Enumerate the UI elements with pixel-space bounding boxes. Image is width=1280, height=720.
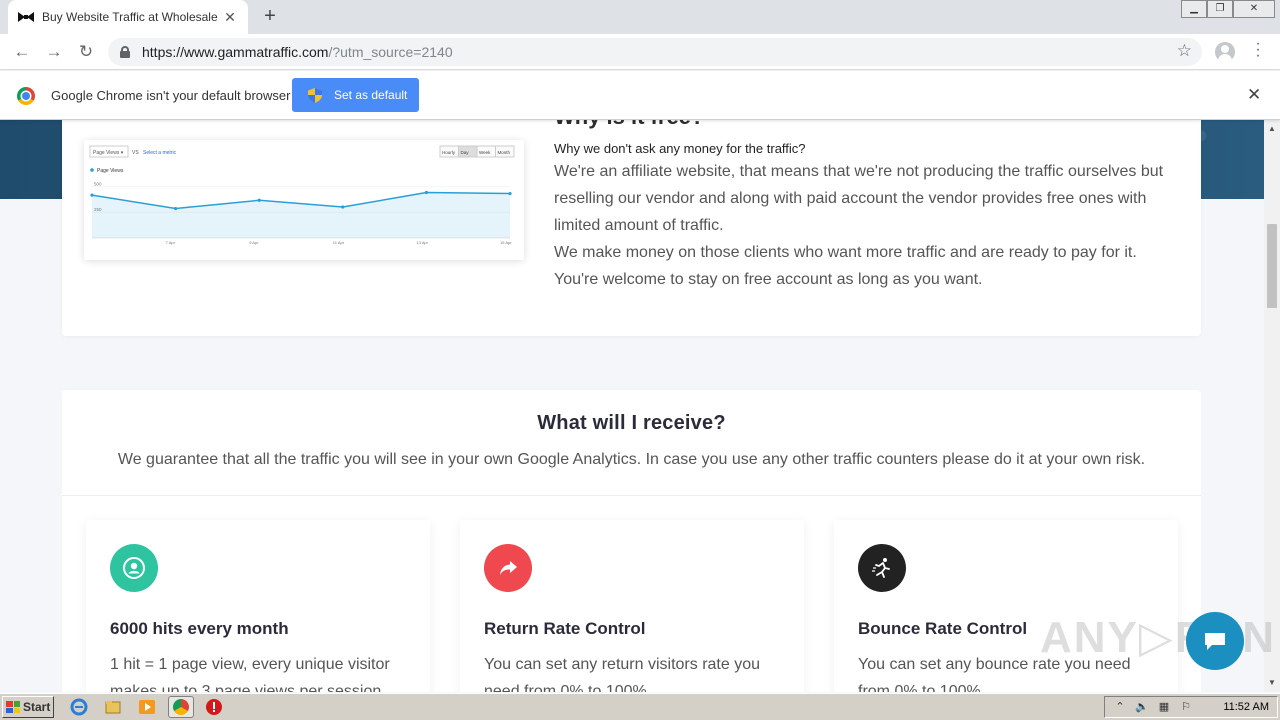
url-path: /?utm_source=2140 <box>328 44 453 60</box>
why-free-title: Why is it free? <box>554 120 704 130</box>
section-divider <box>62 495 1201 496</box>
why-free-paragraph: We make money on those clients who want … <box>554 244 1137 261</box>
why-free-subtitle: Why we don't ask any money for the traff… <box>554 141 806 156</box>
bookmark-star-icon[interactable]: ☆ <box>1177 41 1192 61</box>
feature-card-bounce-rate: Bounce Rate Control You can set any boun… <box>834 520 1178 692</box>
menu-dots-icon[interactable]: · · · <box>1250 36 1266 64</box>
data-point <box>257 198 261 202</box>
page-viewport: Why is it free? Why we don't ask any mon… <box>0 120 1264 692</box>
media-player-icon[interactable] <box>138 698 156 716</box>
analytics-screenshot: Page Views ▾ VS Select a metric Hourly Day We… <box>84 140 524 260</box>
default-browser-infobar: Google Chrome isn't your default browser… <box>0 71 1280 120</box>
why-free-paragraph: You're welcome to stay on free account a… <box>554 271 983 288</box>
x-tick-label: 11 Apr <box>333 240 345 245</box>
period-label: Day <box>461 150 470 155</box>
chat-bubble-icon <box>1205 633 1225 650</box>
runner-icon <box>858 544 906 592</box>
clock: 11:52 AM <box>1223 701 1269 713</box>
data-point <box>90 193 94 197</box>
windows-flag-icon <box>6 701 20 713</box>
browser-tab[interactable]: Buy Website Traffic at Wholesale Ra ✕ <box>8 0 248 34</box>
period-label: Week <box>479 150 491 155</box>
tab-title: Buy Website Traffic at Wholesale Ra <box>42 10 222 24</box>
share-arrow-icon <box>484 544 532 592</box>
data-point <box>341 205 345 209</box>
period-label: Hourly <box>442 150 456 155</box>
volume-icon[interactable]: 🔈 <box>1135 700 1149 714</box>
url-host: https://www.gammatraffic.com <box>142 44 329 60</box>
folder-icon[interactable] <box>104 698 122 716</box>
window-close-button[interactable]: ✕ <box>1233 0 1275 18</box>
feature-description: 1 hit = 1 page view, every unique visito… <box>110 656 390 692</box>
minimize-button[interactable]: ▁ <box>1181 0 1207 18</box>
scroll-down-arrow-icon[interactable]: ▼ <box>1264 676 1280 690</box>
address-bar[interactable]: https://www.gammatraffic.com/?utm_source… <box>108 38 1202 66</box>
system-tray: ⌃ 🔈 ▦ ⚐ 11:52 AM <box>1104 696 1278 718</box>
why-free-paragraph: We're an affiliate website, that means t… <box>554 163 1164 234</box>
why-free-body: We're an affiliate website, that means t… <box>554 158 1184 293</box>
forward-arrow-icon[interactable]: → <box>42 40 66 64</box>
chat-button[interactable] <box>1186 612 1244 670</box>
what-receive-card: What will I receive? We guarantee that a… <box>62 390 1201 692</box>
select-metric-link: Select a metric <box>143 150 177 156</box>
legend-label: Page Views <box>97 168 124 174</box>
start-label: Start <box>23 700 51 714</box>
lock-icon[interactable] <box>120 46 130 58</box>
y-tick-label: 500 <box>94 181 102 186</box>
user-icon <box>110 544 158 592</box>
tab-close-icon[interactable]: ✕ <box>222 9 238 26</box>
x-tick-label: 15 Apr <box>500 240 512 245</box>
data-point <box>508 191 512 196</box>
data-point <box>424 190 428 195</box>
feature-title: Return Rate Control <box>484 619 646 638</box>
infobar-close-icon[interactable]: ✕ <box>1247 85 1261 105</box>
ie-icon[interactable] <box>70 698 88 716</box>
network-icon[interactable]: ▦ <box>1157 700 1171 714</box>
vertical-scrollbar[interactable]: ▲ ▼ <box>1264 120 1280 692</box>
metric-dropdown-label: Page Views ▾ <box>93 150 124 156</box>
feature-card-hits: 6000 hits every month 1 hit = 1 page vie… <box>86 520 430 692</box>
site-favicon <box>18 12 34 22</box>
x-tick-label: 13 Apr <box>416 240 428 245</box>
feature-card-return-rate: Return Rate Control You can set any retu… <box>460 520 804 692</box>
receive-title: What will I receive? <box>537 412 726 434</box>
series-area <box>92 192 510 238</box>
chrome-logo-icon <box>17 87 35 105</box>
windows-taskbar: Start ⌃ 🔈 ▦ ⚐ 11:52 AM <box>0 693 1280 720</box>
chrome-taskbar-button[interactable] <box>168 696 194 718</box>
feature-title: 6000 hits every month <box>110 619 289 638</box>
data-point <box>174 206 178 211</box>
why-free-card: Why is it free? Why we don't ask any mon… <box>62 120 1201 336</box>
new-tab-button[interactable]: + <box>258 5 282 29</box>
profile-avatar-icon[interactable] <box>1215 42 1235 62</box>
tab-strip: Buy Website Traffic at Wholesale Ra ✕ + … <box>0 0 1280 34</box>
receive-description: We guarantee that all the traffic you wi… <box>117 451 1146 468</box>
set-as-default-label: Set as default <box>334 88 408 102</box>
stop-icon[interactable] <box>205 698 223 716</box>
x-tick-label: 7 Apr <box>166 240 176 245</box>
chrome-icon <box>173 699 189 715</box>
tray-expand-icon[interactable]: ⌃ <box>1113 700 1127 714</box>
shield-icon <box>308 87 322 103</box>
browser-toolbar: ← → ↻ https://www.gammatraffic.com/?utm_… <box>0 34 1280 70</box>
reload-icon[interactable]: ↻ <box>74 40 98 64</box>
scroll-up-arrow-icon[interactable]: ▲ <box>1264 122 1280 136</box>
x-tick-label: 9 Apr <box>249 240 259 245</box>
restore-button[interactable]: ❐ <box>1207 0 1233 18</box>
feature-title: Bounce Rate Control <box>858 619 1028 638</box>
scrollbar-thumb[interactable] <box>1267 224 1277 308</box>
period-label: Month <box>498 150 511 155</box>
legend-dot <box>90 168 94 172</box>
flag-icon[interactable]: ⚐ <box>1179 700 1193 714</box>
set-as-default-button[interactable]: Set as default <box>292 78 419 112</box>
vs-label: VS <box>132 150 139 156</box>
analytics-chart-svg: Page Views ▾ VS Select a metric Hourly Day We… <box>89 145 515 245</box>
back-arrow-icon[interactable]: ← <box>10 40 34 64</box>
feature-description: You can set any return visitors rate you… <box>484 656 760 692</box>
infobar-message: Google Chrome isn't your default browser <box>51 88 291 103</box>
start-button[interactable]: Start <box>2 696 54 718</box>
